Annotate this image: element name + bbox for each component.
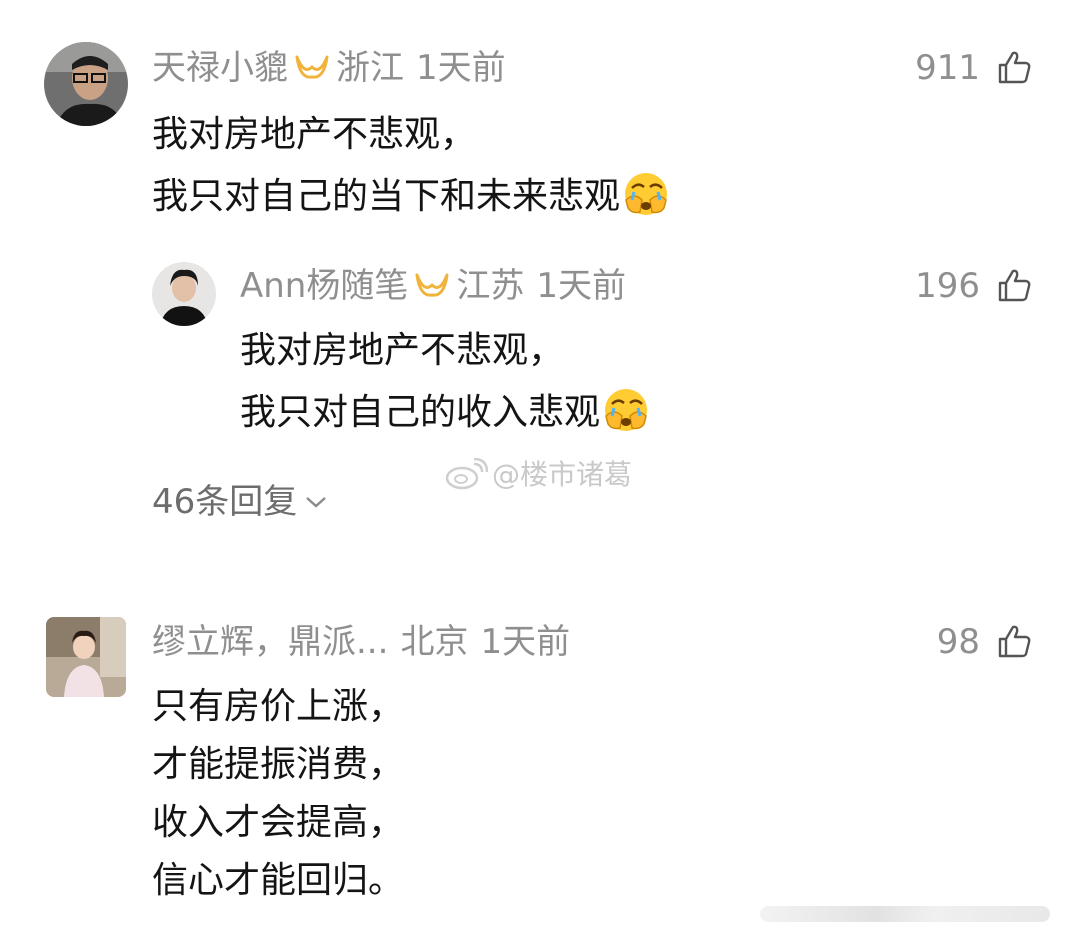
timestamp: 1天前 (480, 622, 571, 662)
facepalm-cry-emoji-icon (605, 389, 648, 431)
avatar-reply-1[interactable] (152, 262, 216, 326)
comment-line: 才能提振消费， (152, 744, 405, 785)
home-indicator[interactable] (760, 906, 1050, 922)
comment-line: 只有房价上涨， (152, 686, 405, 727)
username[interactable]: Ann杨随笔 (240, 266, 408, 306)
comment-line: 收入才会提高， (152, 802, 405, 843)
like-count[interactable]: 911 (915, 48, 1032, 88)
chevron-down-icon (306, 497, 327, 508)
avatar-comment-2[interactable] (46, 617, 126, 697)
weibo-logo-icon (445, 457, 489, 490)
comment-line: 信心才能回归。 (152, 860, 405, 901)
vip-badge-icon (295, 55, 329, 79)
vip-badge-icon (415, 273, 449, 297)
timestamp: 1天前 (536, 266, 626, 306)
comment-meta: 缪立辉，鼎派... 北京 1天前 (152, 622, 570, 662)
location: 北京 (400, 622, 469, 662)
weibo-watermark: @楼市诸葛 (444, 457, 633, 492)
avatar-comment-1[interactable] (44, 42, 128, 126)
watermark-text: @楼市诸葛 (492, 458, 633, 491)
thumb-up-icon[interactable] (996, 267, 1032, 303)
location: 江苏 (456, 266, 525, 306)
timestamp: 1天前 (416, 48, 506, 88)
thumb-up-icon[interactable] (996, 623, 1032, 659)
thumb-up-icon[interactable] (996, 49, 1032, 85)
location: 浙江 (336, 48, 404, 88)
reply-text: 我对房地产不悲观， 我只对自己的收入悲观 (240, 320, 650, 444)
comment-text: 我对房地产不悲观， 我只对自己的当下和未来悲观 (152, 104, 670, 228)
comment-meta: 天禄小貔 浙江 1天前 (152, 48, 506, 88)
comment-line-with-emoji: 我只对自己的当下和未来悲观 (152, 166, 670, 228)
comment-line: 我对房地产不悲观， (240, 330, 565, 371)
like-number: 911 (915, 48, 980, 88)
reply-meta: Ann杨随笔 江苏 1天前 (240, 266, 626, 306)
comment-line: 我对房地产不悲观， (152, 114, 477, 155)
username[interactable]: 天禄小貔 (152, 48, 288, 88)
replies-label: 46条回复 (152, 482, 298, 522)
like-number: 98 (936, 622, 980, 662)
username[interactable]: 缪立辉，鼎派... (152, 622, 388, 662)
comment-line: 我只对自己的收入悲观 (240, 392, 601, 433)
comment-line-with-emoji: 我只对自己的收入悲观 (240, 382, 650, 444)
like-count[interactable]: 196 (915, 266, 1032, 306)
comment-text: 只有房价上涨， 才能提振消费， 收入才会提高， 信心才能回归。 (152, 678, 404, 910)
like-number: 196 (915, 266, 980, 306)
comment-line: 我只对自己的当下和未来悲观 (152, 176, 621, 217)
facepalm-cry-emoji-icon (625, 173, 668, 215)
like-count[interactable]: 98 (937, 622, 1032, 662)
view-replies-button[interactable]: 46条回复 (152, 482, 327, 522)
